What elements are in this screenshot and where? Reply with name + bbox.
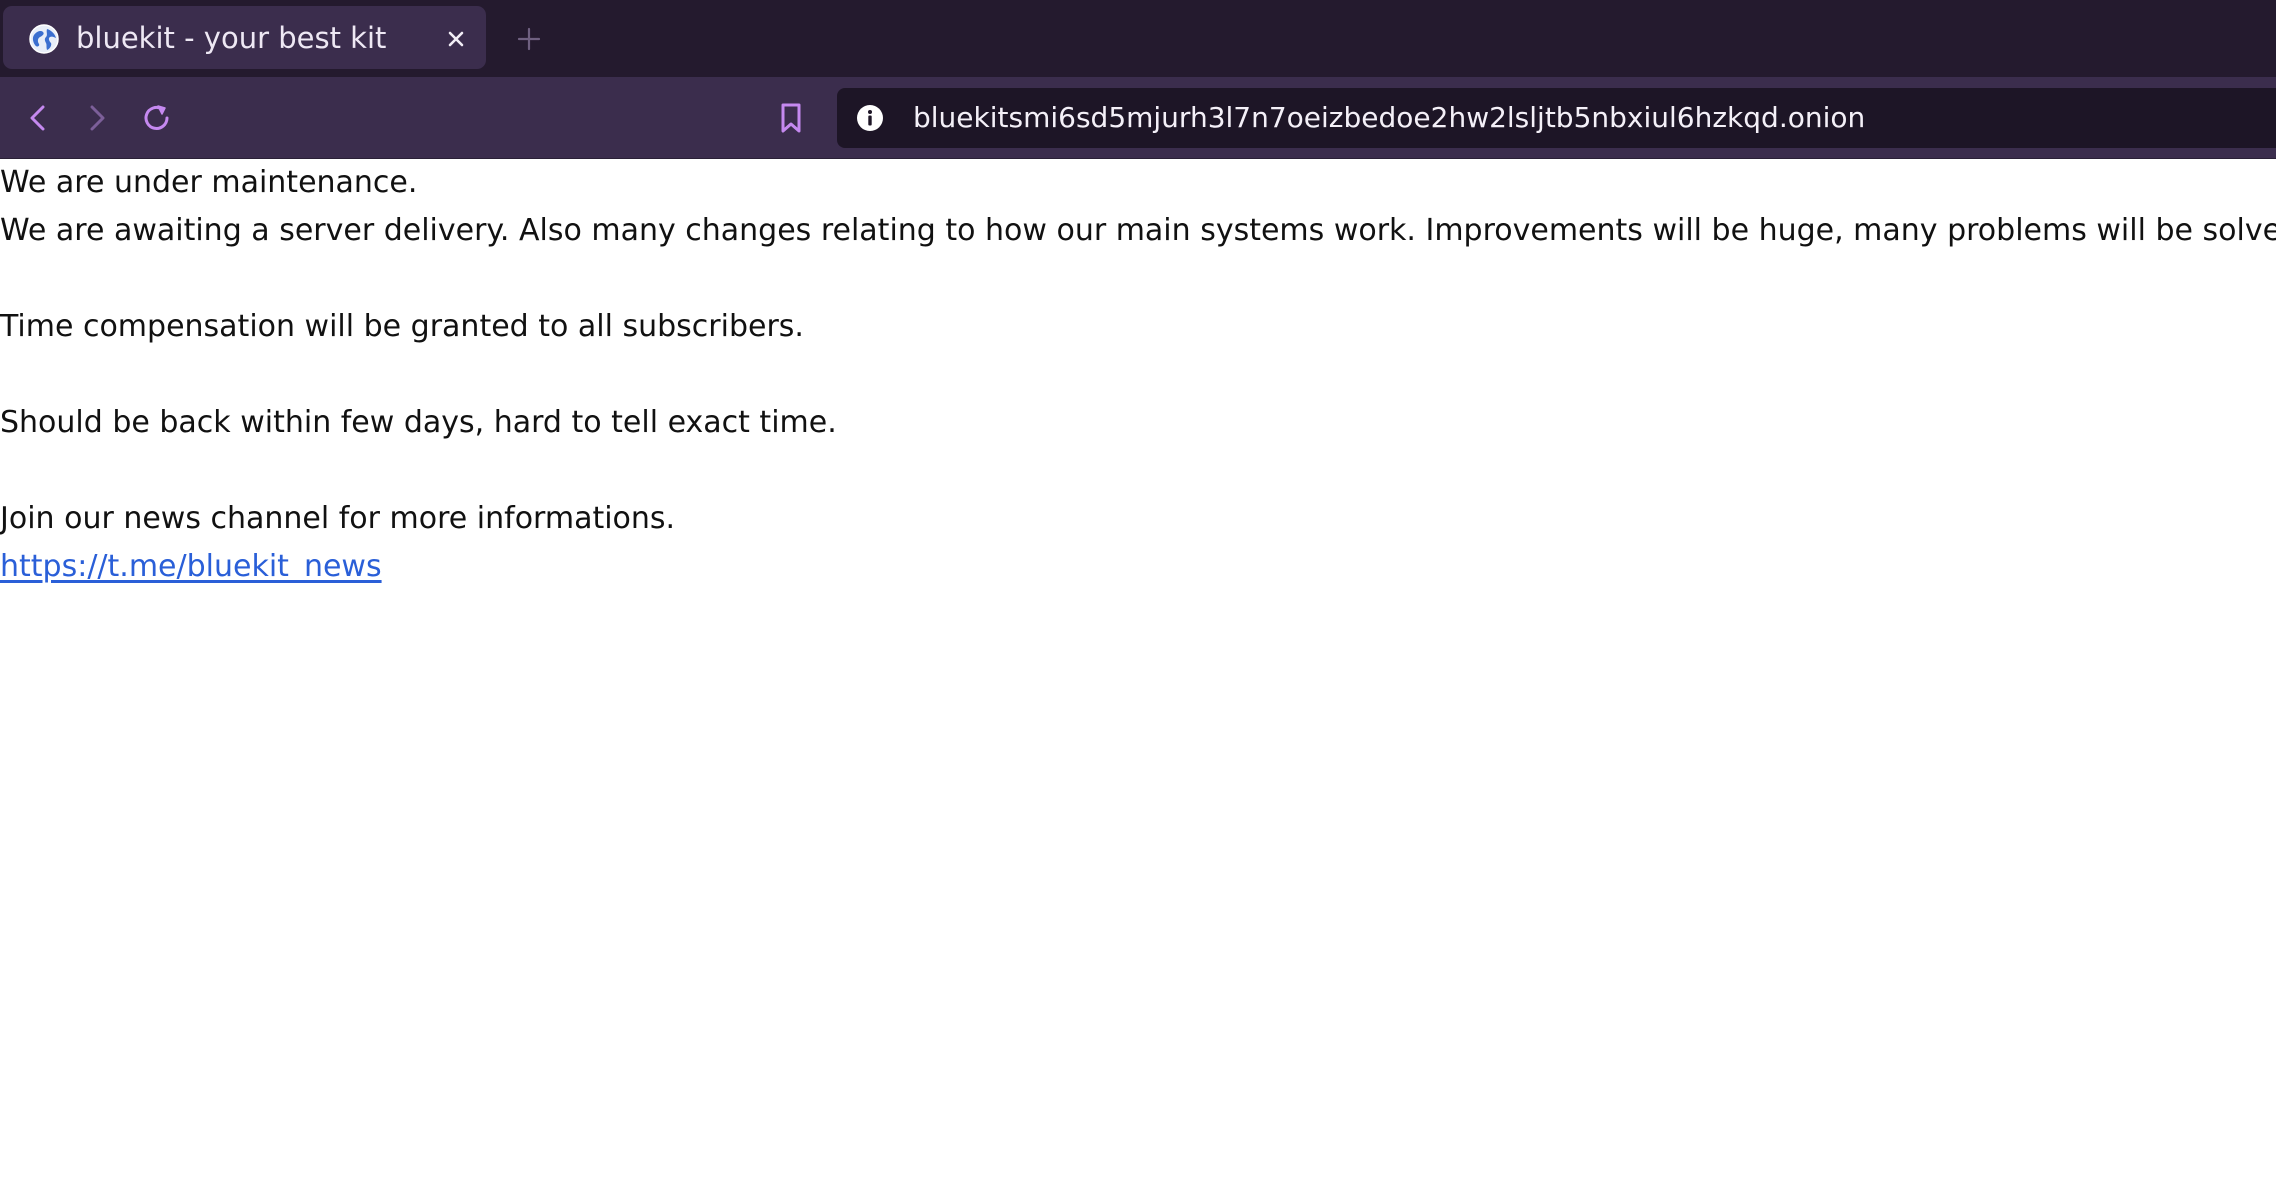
news-channel-note: Join our news channel for more informati… <box>0 501 676 536</box>
chevron-left-icon[interactable] <box>17 97 59 139</box>
tab-strip: bluekit - your best kit <box>0 0 2276 77</box>
maintenance-details: We are awaiting a server delivery. Also … <box>0 213 2276 248</box>
browser-window: bluekit - your best kit bluekitsmi6sd5mj… <box>0 0 2276 1177</box>
plus-icon[interactable] <box>514 24 544 54</box>
maintenance-heading: We are under maintenance. <box>0 165 418 200</box>
chevron-right-icon[interactable] <box>76 97 118 139</box>
navigation-toolbar: bluekitsmi6sd5mjurh3l7n7oeizbedoe2hw2lsl… <box>0 77 2276 159</box>
page-content: We are under maintenance. We are awaitin… <box>0 160 2276 1177</box>
news-channel-link[interactable]: https://t.me/bluekit_news <box>0 547 382 587</box>
url-text[interactable]: bluekitsmi6sd5mjurh3l7n7oeizbedoe2hw2lsl… <box>913 101 1865 135</box>
info-icon[interactable] <box>855 103 885 133</box>
reload-icon[interactable] <box>136 97 178 139</box>
compensation-note: Time compensation will be granted to all… <box>0 309 804 344</box>
bookmark-icon[interactable] <box>770 97 812 139</box>
eta-note: Should be back within few days, hard to … <box>0 405 837 440</box>
tab-title: bluekit - your best kit <box>76 21 387 55</box>
tab-bluekit[interactable]: bluekit - your best kit <box>3 6 486 69</box>
url-bar[interactable]: bluekitsmi6sd5mjurh3l7n7oeizbedoe2hw2lsl… <box>837 88 2276 148</box>
close-icon[interactable] <box>443 26 469 52</box>
globe-icon <box>29 24 59 54</box>
